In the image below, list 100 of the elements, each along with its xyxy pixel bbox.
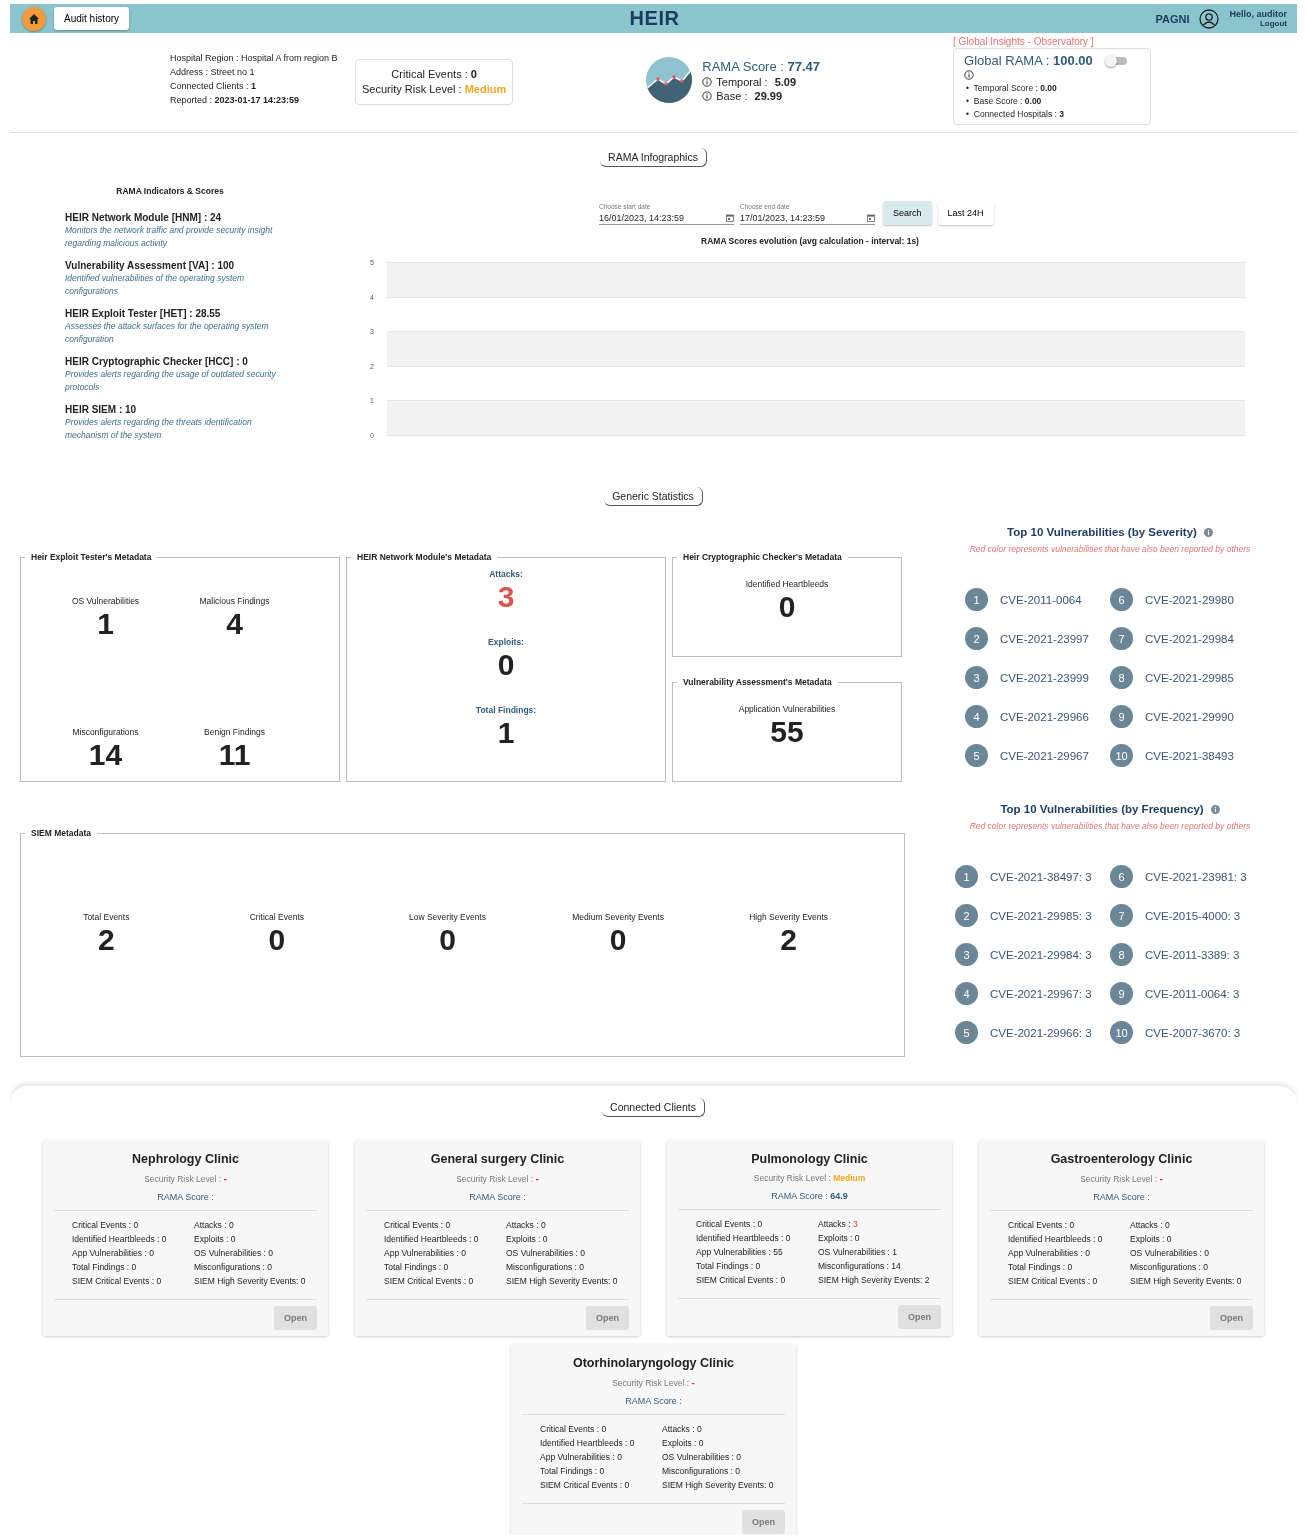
stat-text: OS Vulnerabilities : 0 [506,1248,587,1260]
stat-text: SIEM Critical Events : 0 [696,1275,787,1287]
last-24h-button[interactable]: Last 24H [937,201,994,225]
stat-value: 11 [217,737,252,773]
vulnerability-id[interactable]: CVE-2021-38493 [1145,749,1234,762]
stat-text: Misconfigurations : 0 [506,1262,585,1274]
stat-text: App Vulnerabilities : 0 [1008,1248,1091,1260]
stat-label: Medium Severity Events [571,912,665,922]
rank-badge: 3 [955,943,978,966]
stat-text: App Vulnerabilities : 0 [540,1452,623,1464]
stat-text: Total Findings : 0 [696,1261,762,1273]
indicator-description: Monitors the network traffic and provide security insight regarding malicious activity [65,224,274,250]
search-button[interactable]: Search [883,201,932,225]
stat-text: OS Vulnerabilities : 0 [662,1452,743,1464]
stat-label: Total Events [82,912,131,922]
rama-score-text: RAMA Score : 64.9 [771,1191,848,1201]
stat-text: Misconfigurations : 0 [662,1466,741,1478]
vulnerability-id[interactable]: CVE-2021-29967 [1000,749,1089,762]
score-text: Temporal : 5.09 [716,75,797,88]
stat-label: OS Vulnerabilities [70,596,141,606]
stat-text: Total Findings : 0 [1008,1262,1074,1274]
risk-level-text: Security Risk Level : - [1080,1173,1163,1184]
vulnerability-id[interactable]: CVE-2011-3389: 3 [1145,948,1240,961]
vulnerability-id[interactable]: CVE-2021-29966: 3 [990,1026,1092,1039]
stat-text: Exploits : 0 [818,1233,861,1245]
risk-level-text: Security Risk Level : - [612,1377,695,1388]
field-value: 17/01/2023, 14:23:59 [740,213,826,223]
vulnerability-id[interactable]: CVE-2021-23997 [1000,632,1089,645]
indicator-description: Assesses the attack surfaces for the operating system configuration [65,320,270,346]
vulnerability-id[interactable]: CVE-2021-23999 [1000,671,1089,684]
vulnerability-id[interactable]: CVE-2021-29980 [1145,593,1234,606]
list-title: Top 10 Vulnerabilities (by Severity) [1007,526,1197,538]
vulnerability-id[interactable]: CVE-2021-29990 [1145,710,1234,723]
rank-badge: 9 [1110,705,1133,728]
organization-name: PAGNI [1155,12,1190,25]
stat-text: Misconfigurations : 14 [818,1261,902,1273]
home-button[interactable] [22,6,46,31]
client-name: General surgery Clinic [430,1152,565,1166]
section-tag: Connected Clients [602,1098,705,1117]
rank-badge: 6 [1110,588,1133,611]
rank-badge: 10 [1110,1021,1133,1044]
logout-link[interactable]: Logout [1259,19,1287,28]
stat-text: Critical Events : 0 [540,1424,608,1436]
stat-value: 55 [769,714,805,750]
rank-badge: 1 [955,865,978,888]
vulnerability-id[interactable]: CVE-2021-29984 [1145,632,1234,645]
list-note: Red color represents vulnerabilities that have also been reported by others [968,821,1252,831]
stat-text: Attacks : 0 [662,1424,703,1436]
section-tag: RAMA Infographics [600,148,707,167]
audit-history-button[interactable]: Audit history [54,7,130,30]
vulnerability-id[interactable]: CVE-2021-29966 [1000,710,1089,723]
stat-text: Exploits : 0 [194,1234,237,1246]
rank-badge: 2 [955,904,978,927]
stat-text: Exploits : 0 [1130,1234,1173,1246]
bullet-item: • Base Score : 0.00 [966,95,1043,108]
score-text: Base : 29.99 [716,89,783,102]
stat-label: Total Findings: [474,705,538,715]
global-rama-text: Global RAMA : 100.00 [964,53,1093,68]
rank-badge: 8 [1110,666,1133,689]
vulnerability-id[interactable]: CVE-2021-38497: 3 [990,870,1092,883]
stat-text: Attacks : 0 [194,1220,235,1232]
critical-events-text: Critical Events : 0 [390,67,478,82]
indicator-name: Vulnerability Assessment [VA] : 100 [65,260,236,271]
indicator-name: HEIR SIEM : 10 [65,404,138,415]
rank-badge: 3 [965,666,988,689]
rank-badge: 9 [1110,982,1133,1005]
list-title: Top 10 Vulnerabilities (by Frequency) [1000,803,1204,815]
stat-label: Low Severity Events [407,912,487,922]
vulnerability-id[interactable]: CVE-2021-23981: 3 [1145,870,1247,883]
stat-text: SIEM Critical Events : 0 [384,1276,475,1288]
risk-level-text: Security Risk Level : Medium [753,1173,866,1183]
stat-label: Identified Heartbleeds [744,579,830,589]
stat-label: Attacks: [488,569,524,579]
client-name: Gastroenterology Clinic [1050,1152,1193,1166]
stat-text: Exploits : 0 [506,1234,549,1246]
vulnerability-id[interactable]: CVE-2021-29984: 3 [990,948,1092,961]
risk-level-text: Security Risk Level : Medium [362,82,507,97]
rank-badge: 1 [965,588,988,611]
rank-badge: 7 [1110,904,1133,927]
stat-value: 0 [777,589,797,625]
stat-text: Total Findings : 0 [384,1262,450,1274]
vulnerability-id[interactable]: CVE-2007-3670: 3 [1145,1026,1241,1039]
field-value: 16/01/2023, 14:23:59 [599,213,685,223]
vulnerability-id[interactable]: CVE-2015-4000: 3 [1145,909,1241,922]
client-name: Otorhinolaryngology Clinic [572,1356,735,1370]
vulnerability-id[interactable]: CVE-2011-0064: 3 [1145,987,1240,1000]
info-icon [702,76,713,87]
hospital-info-text: Reported : 2023-01-17 14:23:59 [170,94,301,107]
toggle-switch[interactable] [1106,56,1127,65]
stat-text: Attacks : 3 [818,1219,859,1231]
client-name: Nephrology Clinic [132,1152,239,1166]
stat-label: Benign Findings [203,726,266,737]
vulnerability-id[interactable]: CVE-2021-29985 [1145,671,1234,684]
vulnerability-id[interactable]: CVE-2021-29985: 3 [990,909,1092,922]
hospital-info-text: Address : Street no 1 [170,66,256,79]
stat-text: Critical Events : 0 [72,1220,140,1232]
rank-badge: 6 [1110,865,1133,888]
vulnerability-id[interactable]: CVE-2021-29967: 3 [990,987,1092,1000]
vulnerability-id[interactable]: CVE-2011-0064 [1000,593,1082,606]
panel-title: Vulnerability Assessment's Metadata [682,677,833,687]
